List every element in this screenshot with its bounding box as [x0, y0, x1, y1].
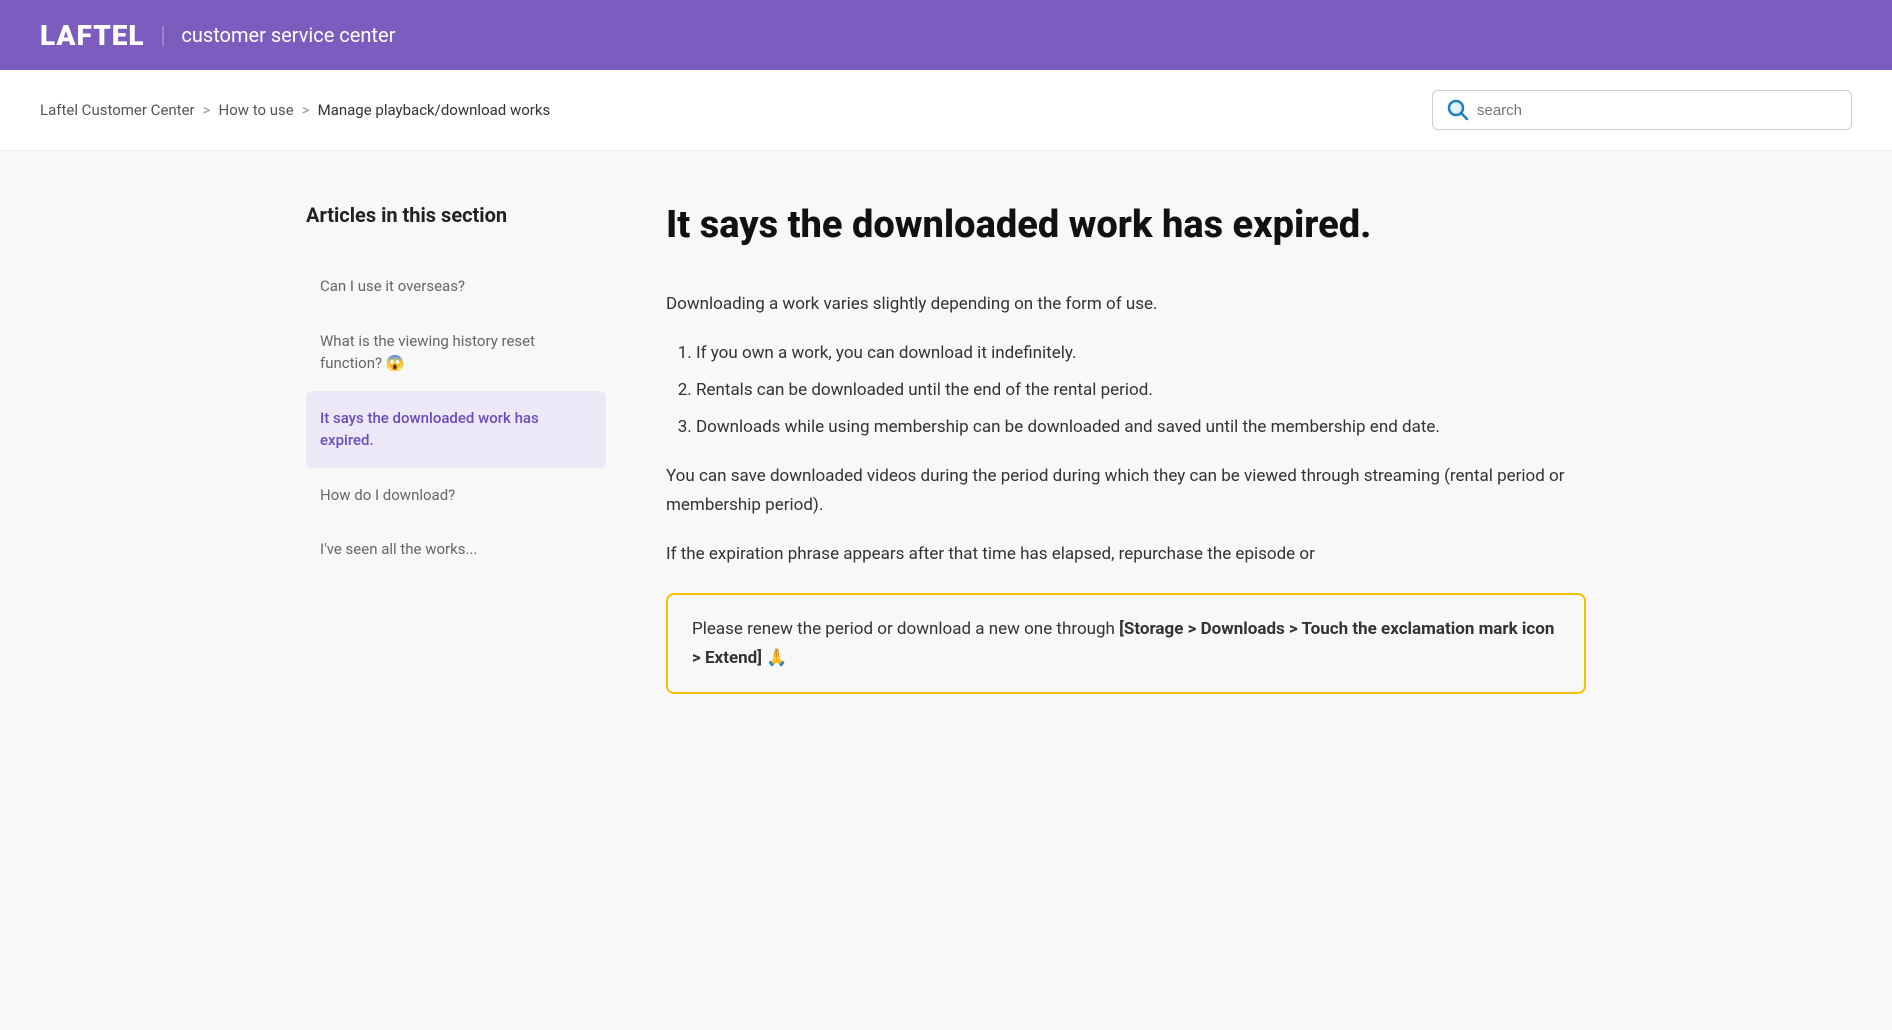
sidebar-item-how-download[interactable]: How do I download?: [306, 468, 606, 523]
brand: LAFTEL | customer service center: [40, 19, 395, 52]
service-name: customer service center: [181, 23, 395, 47]
article-title: It says the downloaded work has expired.: [666, 201, 1586, 250]
article-body-text: You can save downloaded videos during th…: [666, 462, 1586, 520]
sidebar: Articles in this section Can I use it ov…: [306, 201, 606, 694]
search-box[interactable]: [1432, 90, 1852, 130]
article-expiry-text: If the expiration phrase appears after t…: [666, 540, 1586, 569]
sidebar-item-history-reset[interactable]: What is the viewing history reset functi…: [306, 314, 606, 391]
sidebar-section-title: Articles in this section: [306, 201, 606, 229]
search-icon: [1447, 99, 1469, 121]
site-header: LAFTEL | customer service center: [0, 0, 1892, 70]
sidebar-item-expired[interactable]: It says the downloaded work has expired.: [306, 391, 606, 468]
breadcrumb: Laftel Customer Center > How to use > Ma…: [40, 101, 550, 119]
list-item-3: Downloads while using membership can be …: [696, 413, 1586, 442]
sidebar-item-seen-all[interactable]: I've seen all the works...: [306, 522, 606, 577]
main-content: Articles in this section Can I use it ov…: [246, 151, 1646, 744]
article: It says the downloaded work has expired.…: [666, 201, 1586, 694]
breadcrumb-current: Manage playback/download works: [318, 101, 551, 119]
article-list: If you own a work, you can download it i…: [696, 339, 1586, 442]
breadcrumb-home[interactable]: Laftel Customer Center: [40, 101, 195, 119]
sub-header: Laftel Customer Center > How to use > Ma…: [0, 70, 1892, 151]
list-item-1: If you own a work, you can download it i…: [696, 339, 1586, 368]
header-divider: |: [161, 21, 166, 49]
sidebar-nav: Can I use it overseas? What is the viewi…: [306, 259, 606, 577]
breadcrumb-how-to-use[interactable]: How to use: [219, 101, 294, 119]
breadcrumb-sep-2: >: [302, 101, 310, 119]
logo[interactable]: LAFTEL: [40, 19, 145, 52]
article-body: Downloading a work varies slightly depen…: [666, 290, 1586, 694]
highlight-emoji: 🙏: [762, 648, 787, 668]
sidebar-item-overseas[interactable]: Can I use it overseas?: [306, 259, 606, 314]
list-item-2: Rentals can be downloaded until the end …: [696, 376, 1586, 405]
highlight-text-before: Please renew the period or download a ne…: [692, 619, 1119, 639]
breadcrumb-sep-1: >: [203, 101, 211, 119]
article-intro: Downloading a work varies slightly depen…: [666, 290, 1586, 319]
search-input[interactable]: [1477, 102, 1837, 119]
highlight-box: Please renew the period or download a ne…: [666, 593, 1586, 695]
